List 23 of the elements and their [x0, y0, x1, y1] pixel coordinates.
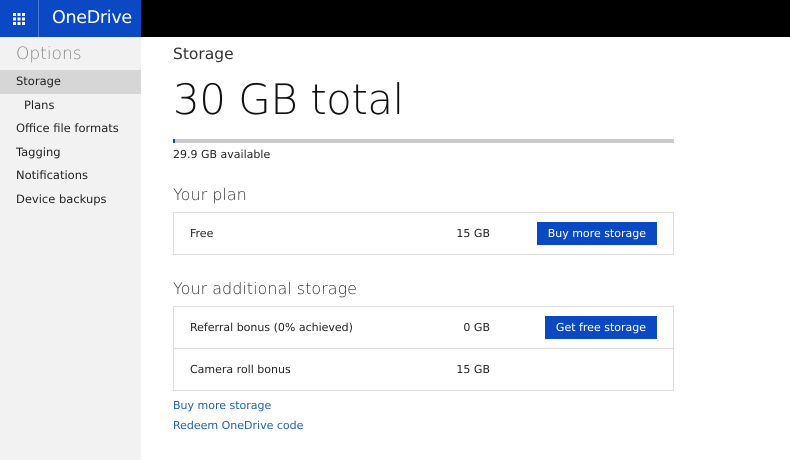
storage-name: Referral bonus (0% achieved)	[190, 321, 354, 334]
total-storage: 30 GB total	[173, 77, 405, 123]
sidebar-item[interactable]: Tagging	[0, 140, 141, 164]
sidebar-title: Options	[15, 44, 83, 64]
storage-button[interactable]: Get free storage	[544, 316, 657, 339]
available-text: 29.9 GB available	[173, 148, 272, 161]
page-heading: Storage	[173, 45, 235, 63]
storage-size: 0 GB	[462, 321, 490, 334]
storage-size: 15 GB	[455, 227, 490, 240]
link[interactable]: Buy more storage	[173, 399, 272, 412]
storage-size: 15 GB	[455, 363, 490, 376]
sidebar-item[interactable]: Plans	[0, 94, 141, 117]
section-title: Your plan	[173, 185, 248, 204]
storage-name: Free	[190, 227, 214, 240]
sidebar-item[interactable]: Device backups	[0, 188, 141, 211]
storage-name: Camera roll bonus	[190, 363, 292, 376]
sidebar-item[interactable]: Storage	[0, 70, 141, 94]
sidebar-item[interactable]: Office file formats	[0, 117, 141, 140]
section-title: Your additional storage	[173, 279, 358, 298]
link[interactable]: Redeem OneDrive code	[173, 419, 304, 432]
sidebar-item[interactable]: Notifications	[0, 164, 141, 188]
app-launcher-icon[interactable]	[13, 12, 25, 24]
storage-button[interactable]: Buy more storage	[536, 222, 657, 245]
